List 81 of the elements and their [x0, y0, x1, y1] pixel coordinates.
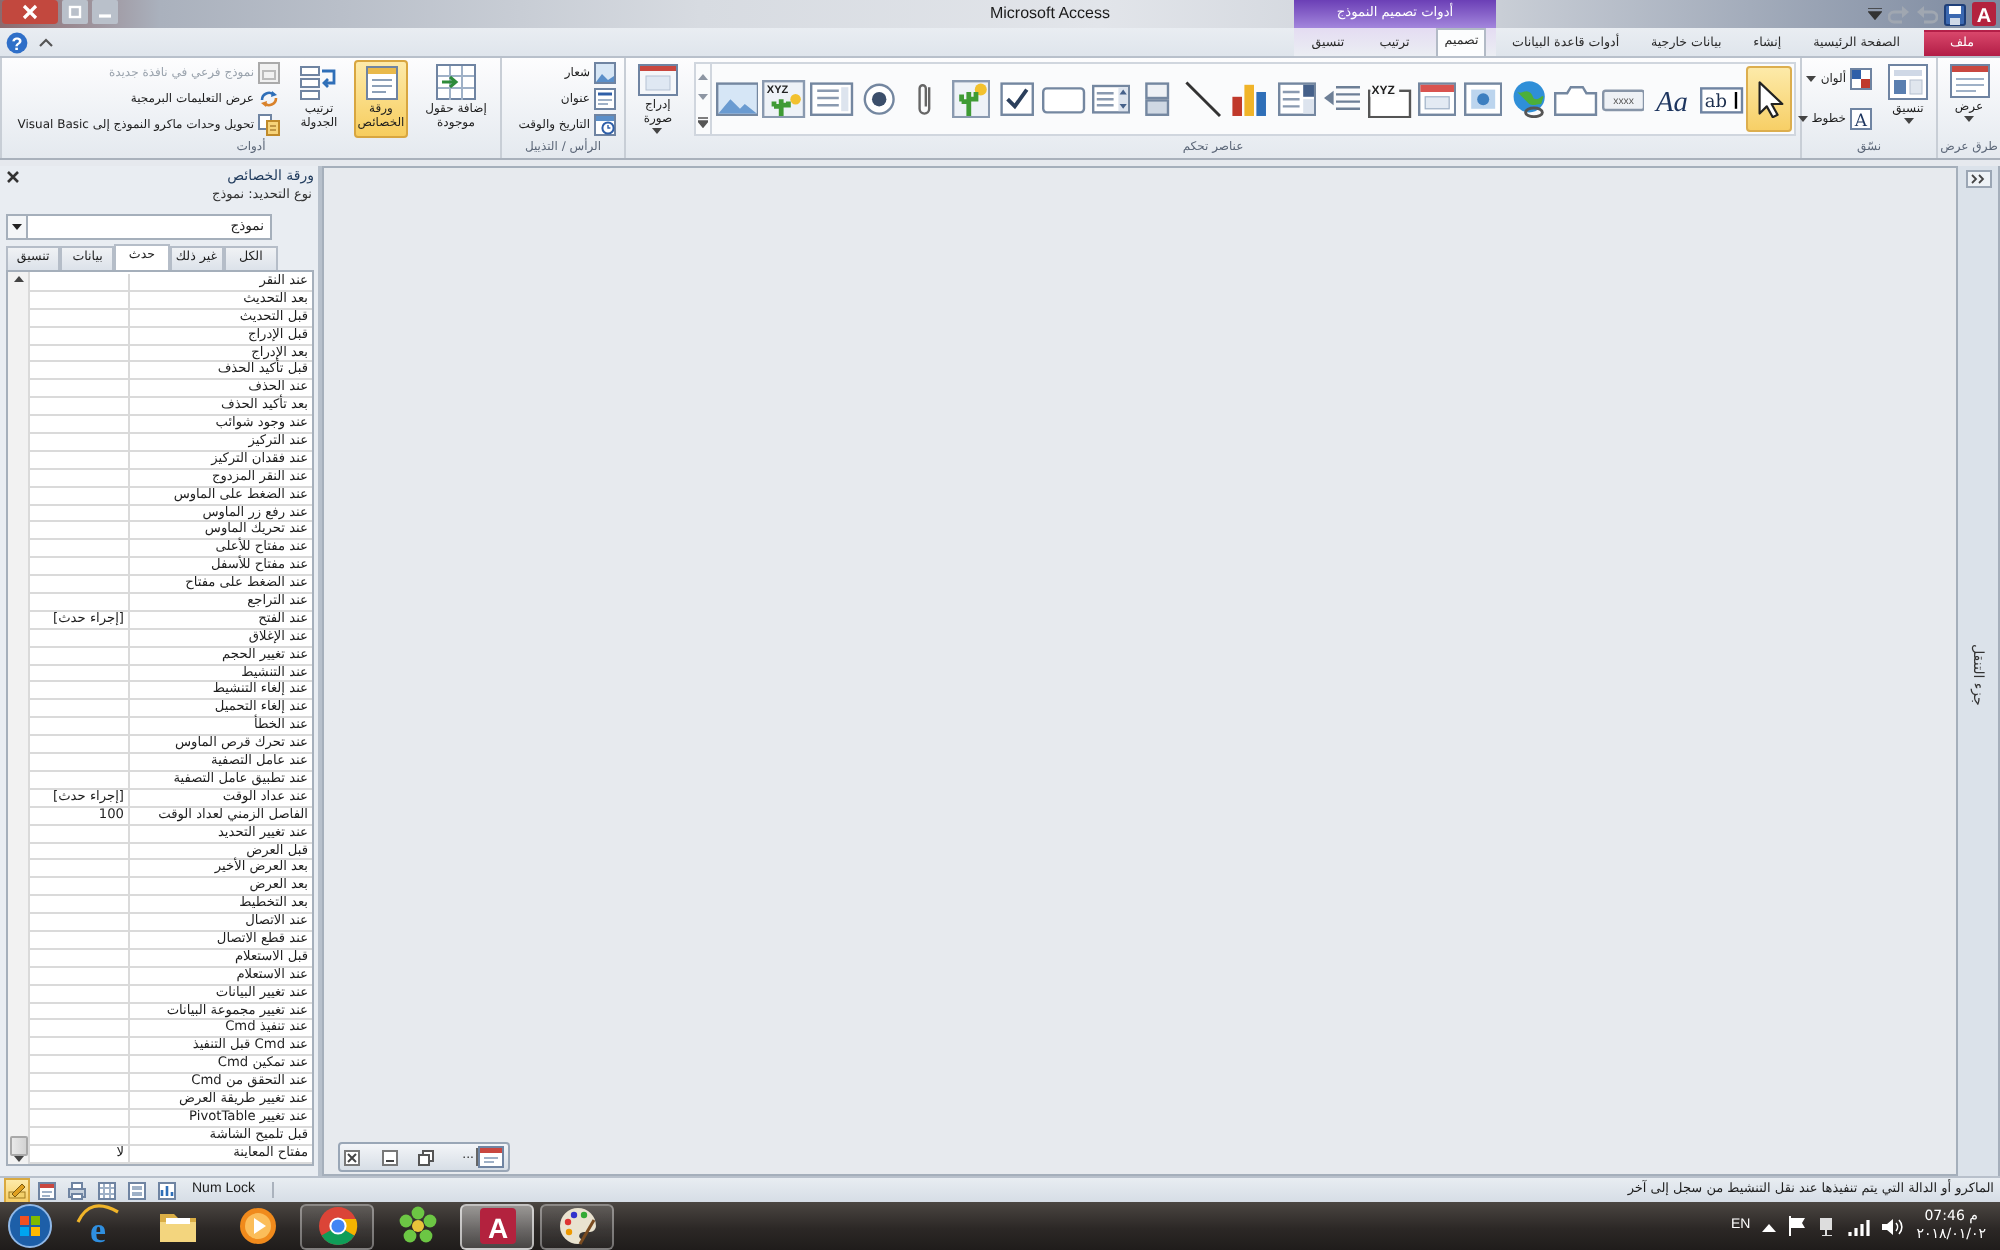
scrollbar[interactable]	[8, 272, 30, 1164]
globe-link-icon	[1509, 79, 1549, 119]
caret-icon	[1797, 115, 1808, 122]
scroll-up-icon[interactable]	[13, 274, 23, 282]
up-caret-icon[interactable]	[1762, 1221, 1777, 1231]
grid-arrow-icon	[436, 64, 476, 100]
start-orb-icon[interactable]	[6, 1204, 54, 1248]
layout-icon	[128, 1181, 146, 1199]
tool-button[interactable]: ab	[1698, 66, 1746, 132]
caret-icon	[1964, 116, 1974, 122]
tool-button[interactable]	[1745, 66, 1792, 132]
expand-chevrons-icon[interactable]	[1965, 170, 1991, 188]
cactus-picture-icon	[951, 79, 991, 119]
picture-frame-icon	[637, 64, 678, 96]
taskbar-button[interactable]: A	[460, 1203, 534, 1249]
view-button[interactable]	[124, 1177, 150, 1203]
close-icon[interactable]	[6, 169, 20, 183]
color-squares-icon	[1850, 68, 1872, 91]
caret-icon	[652, 128, 663, 134]
tricolor-circle-icon	[315, 1204, 359, 1248]
flag-icon[interactable]	[1788, 1216, 1807, 1236]
form-icon	[478, 1146, 504, 1168]
taskbar-button[interactable]	[300, 1203, 374, 1249]
form-lines-icon	[810, 79, 854, 119]
dropdown-list-icon	[1277, 79, 1316, 119]
list-scroll-icon	[1091, 79, 1131, 119]
flower-icon	[395, 1204, 439, 1248]
form-icon	[38, 1181, 56, 1199]
restore-icon[interactable]	[382, 1149, 398, 1165]
scroll-thumb[interactable]	[9, 1136, 27, 1156]
play-icon	[235, 1204, 279, 1248]
checkbox-icon	[998, 79, 1037, 119]
radio-icon	[859, 79, 898, 119]
cycle-arrows-icon	[258, 88, 280, 110]
close-icon[interactable]	[344, 1149, 360, 1165]
caret-icon	[12, 224, 22, 230]
view-button[interactable]	[34, 1177, 60, 1203]
font-letter-icon: A	[1850, 107, 1872, 130]
tool-button[interactable]: Aa	[1646, 66, 1699, 132]
convert-sheet-icon	[258, 114, 280, 136]
window-title: Microsoft Access	[989, 4, 1110, 24]
picture-icon	[594, 62, 616, 84]
caret-icon	[1806, 76, 1817, 83]
title-page-icon	[594, 88, 616, 110]
boxes-arrow-icon	[299, 64, 339, 100]
signal-bars-icon[interactable]	[1848, 1217, 1871, 1235]
chart-window-icon	[158, 1181, 176, 1199]
view-button[interactable]	[64, 1177, 90, 1203]
landscape-image-icon	[715, 79, 759, 119]
taskbar-button[interactable]: e	[60, 1203, 134, 1249]
form-view-icon	[1949, 64, 1989, 98]
app-tile-icon: A	[475, 1204, 519, 1248]
theme-page-icon	[1888, 64, 1928, 100]
view-button[interactable]	[94, 1177, 120, 1203]
more-icon[interactable]	[697, 115, 708, 127]
view-button[interactable]	[4, 1177, 30, 1203]
taskbar-button[interactable]	[540, 1203, 614, 1249]
close-icon[interactable]	[2, 0, 58, 24]
save-icon[interactable]	[1944, 3, 1966, 25]
navigation-form-icon	[1417, 79, 1456, 119]
view-button[interactable]	[154, 1177, 180, 1203]
text-label-icon: Aa	[1648, 79, 1697, 119]
minimize-icon[interactable]	[92, 0, 118, 24]
printer-icon	[68, 1181, 86, 1199]
calendar-clock-icon	[594, 114, 616, 136]
collapse-ribbon-icon[interactable]	[38, 36, 54, 48]
app-logo-icon[interactable]: A	[1972, 2, 1996, 26]
web-window-icon	[1463, 79, 1502, 119]
caret-icon	[1903, 118, 1913, 124]
subform-window-icon	[258, 62, 280, 84]
device-icon[interactable]	[1818, 1216, 1837, 1236]
maximize-icon[interactable]	[418, 1149, 434, 1165]
customize-caret-icon[interactable]	[1868, 8, 1882, 20]
speaker-icon[interactable]	[1882, 1217, 1905, 1235]
bar-chart-icon	[1230, 79, 1270, 119]
line-icon	[1184, 79, 1223, 119]
help-icon[interactable]: ?	[6, 31, 28, 53]
sheet-icon	[361, 64, 401, 100]
pencil-ruler-icon	[8, 1181, 26, 1199]
grid-icon	[98, 1181, 116, 1199]
palette-icon	[555, 1204, 599, 1248]
